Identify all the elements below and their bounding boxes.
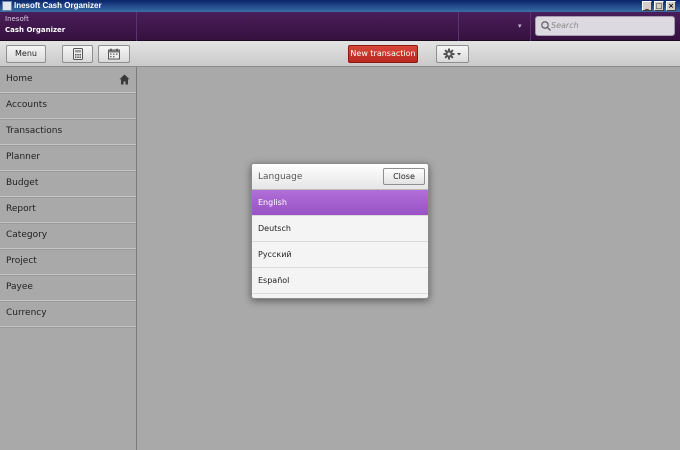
sidebar-item-planner[interactable]: Planner: [0, 145, 136, 171]
sidebar-item-transactions[interactable]: Transactions: [0, 119, 136, 145]
sidebar-item-accounts[interactable]: Accounts: [0, 93, 136, 119]
close-button[interactable]: Close: [383, 168, 425, 185]
product-name: Cash Organizer: [5, 26, 66, 34]
language-label: Русский: [258, 250, 292, 259]
company-name: Inesoft: [5, 15, 29, 23]
dialog-title: Language: [258, 172, 303, 182]
sidebar-item-label: Project: [6, 256, 37, 266]
language-dialog: Language Close English Deutsch Русский E…: [251, 163, 429, 299]
search-input[interactable]: [550, 18, 670, 34]
sidebar-item-budget[interactable]: Budget: [0, 171, 136, 197]
sidebar-item-payee[interactable]: Payee: [0, 275, 136, 301]
sidebar-item-label: Transactions: [6, 126, 63, 136]
sidebar-item-label: Currency: [6, 308, 47, 318]
menu-button[interactable]: Menu: [6, 45, 46, 63]
calendar-icon: [108, 48, 120, 60]
close-window-button[interactable]: ×: [666, 1, 676, 11]
language-label: Español: [258, 276, 290, 285]
sidebar-item-label: Budget: [6, 178, 39, 188]
sidebar-item-currency[interactable]: Currency: [0, 301, 136, 327]
home-icon: [119, 74, 130, 85]
sidebar: Home Accounts Transactions Planner Budge…: [0, 67, 137, 450]
calendar-button[interactable]: [98, 45, 130, 63]
sidebar-item-label: Report: [6, 204, 36, 214]
sidebar-item-label: Home: [6, 74, 33, 84]
gear-icon: [443, 48, 461, 60]
language-option-russian[interactable]: Русский: [252, 242, 428, 268]
brand: Inesoft Cash Organizer: [5, 14, 65, 36]
app-icon: [2, 1, 12, 11]
window-title-bar: Inesoft Cash Organizer _ □ ×: [0, 0, 680, 12]
sidebar-item-label: Category: [6, 230, 48, 240]
dialog-header: Language Close: [252, 164, 428, 190]
app-header: Inesoft Cash Organizer ▾: [0, 12, 680, 41]
sidebar-item-label: Payee: [6, 282, 33, 292]
sidebar-item-home[interactable]: Home: [0, 67, 136, 93]
maximize-button[interactable]: □: [654, 1, 664, 11]
sidebar-item-category[interactable]: Category: [0, 223, 136, 249]
sidebar-item-label: Planner: [6, 152, 41, 162]
sidebar-item-project[interactable]: Project: [0, 249, 136, 275]
sidebar-item-label: Accounts: [6, 100, 48, 110]
header-divider: [530, 12, 531, 41]
new-transaction-button[interactable]: New transaction: [348, 45, 418, 63]
language-option-espanol[interactable]: Español: [252, 268, 428, 294]
language-option-english[interactable]: English: [252, 190, 428, 216]
sidebar-item-report[interactable]: Report: [0, 197, 136, 223]
header-divider: [136, 12, 137, 41]
chevron-down-icon[interactable]: ▾: [518, 21, 522, 31]
toolbar: Menu New transaction: [0, 41, 680, 67]
language-option-deutsch[interactable]: Deutsch: [252, 216, 428, 242]
minimize-button[interactable]: _: [642, 1, 652, 11]
settings-button[interactable]: [436, 45, 469, 63]
header-divider: [458, 12, 459, 41]
language-label: English: [258, 198, 287, 207]
search-box[interactable]: [535, 16, 675, 36]
calculator-icon: [72, 48, 83, 60]
language-label: Deutsch: [258, 224, 291, 233]
window-title: Inesoft Cash Organizer: [14, 1, 102, 10]
calculator-button[interactable]: [62, 45, 93, 63]
